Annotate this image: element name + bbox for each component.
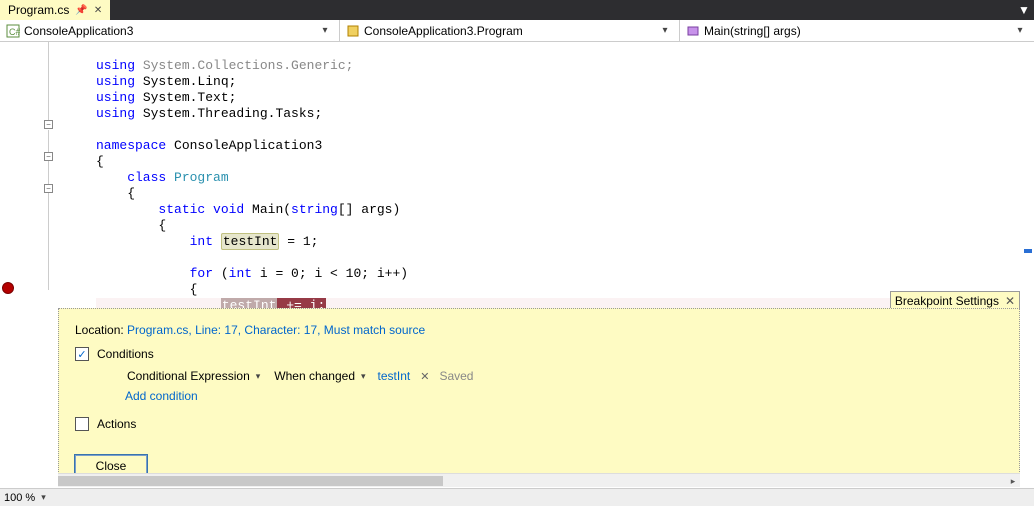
close-button-label: Close <box>96 459 127 473</box>
class-dropdown[interactable]: ConsoleApplication3.Program ▾ <box>340 20 680 41</box>
project-name: ConsoleApplication3 <box>24 24 133 38</box>
code-token: int <box>96 234 213 249</box>
conditions-checkbox[interactable]: ✓ <box>75 347 89 361</box>
code-token: { <box>96 282 197 297</box>
chevron-down-icon[interactable]: ▾ <box>41 492 46 503</box>
chevron-down-icon: ▼ <box>1018 3 1030 17</box>
condition-mode-dropdown[interactable]: When changed ▾ <box>272 369 367 383</box>
highlight-reference: testInt <box>221 233 280 250</box>
chevron-down-icon: ▾ <box>361 371 366 382</box>
code-token: { <box>96 218 166 233</box>
code-token: string <box>291 202 338 217</box>
location-label: Location: <box>75 323 127 337</box>
code-token: using <box>96 74 135 89</box>
actions-row: Actions <box>75 417 1003 431</box>
code-editor[interactable]: − − − using System.Collections.Generic; … <box>0 42 1034 292</box>
chevron-down-icon: ▾ <box>1012 25 1028 36</box>
code-token: int <box>229 266 252 281</box>
editor-gutter <box>0 42 38 292</box>
zoom-level[interactable]: 100 % <box>4 492 35 504</box>
code-token <box>213 234 221 249</box>
panel-title: Breakpoint Settings <box>895 294 999 308</box>
scrollbar-thumb[interactable] <box>58 476 443 486</box>
code-token: System.Text; <box>135 90 236 105</box>
breakpoint-settings-panel: Location: Program.cs, Line: 17, Characte… <box>58 308 1020 478</box>
tab-label: Program.cs <box>8 3 69 17</box>
document-tab-bar: Program.cs 📌 ✕ ▼ <box>0 0 1034 20</box>
actions-checkbox[interactable] <box>75 417 89 431</box>
code-token: System.Threading.Tasks; <box>135 106 322 121</box>
breakpoint-glyph[interactable] <box>2 282 14 294</box>
tab-overflow-button[interactable]: ▼ <box>1014 0 1034 20</box>
code-token: ConsoleApplication3 <box>166 138 322 153</box>
fold-line <box>48 42 49 120</box>
close-icon[interactable]: ✕ <box>1005 294 1015 308</box>
scroll-right-icon[interactable]: ▸ <box>1006 474 1020 488</box>
condition-type-value: Conditional Expression <box>127 369 250 383</box>
code-token: for <box>96 266 213 281</box>
code-token: using <box>96 106 135 121</box>
overview-marker <box>1024 249 1032 253</box>
location-link[interactable]: Program.cs, Line: 17, Character: 17, Mus… <box>127 323 425 337</box>
location-row: Location: Program.cs, Line: 17, Characte… <box>75 323 1003 337</box>
condition-type-dropdown[interactable]: Conditional Expression ▾ <box>125 369 262 383</box>
code-token: using <box>96 90 135 105</box>
code-token: System.Linq; <box>135 74 236 89</box>
method-name: Main(string[] args) <box>704 24 801 38</box>
condition-expression[interactable]: testInt <box>378 369 411 383</box>
method-icon <box>686 24 700 38</box>
saved-indicator: Saved <box>439 369 473 383</box>
code-token: i = 0; i < 10; i++) <box>252 266 408 281</box>
condition-mode-value: When changed <box>274 369 355 383</box>
code-token: [] args) <box>338 202 400 217</box>
chevron-down-icon: ▾ <box>657 25 673 36</box>
document-tab-program-cs[interactable]: Program.cs 📌 ✕ <box>0 0 110 20</box>
code-area[interactable]: using System.Collections.Generic; using … <box>38 42 1010 292</box>
chevron-down-icon: ▾ <box>256 371 261 382</box>
member-dropdown[interactable]: Main(string[] args) ▾ <box>680 20 1034 41</box>
code-token: { <box>96 186 135 201</box>
csharp-project-icon: C# <box>6 24 20 38</box>
code-token: void <box>205 202 244 217</box>
fold-toggle[interactable]: − <box>44 120 53 129</box>
add-condition-link[interactable]: Add condition <box>125 389 1003 403</box>
code-token: Main( <box>244 202 291 217</box>
fold-toggle[interactable]: − <box>44 184 53 193</box>
code-token: { <box>96 154 104 169</box>
remove-condition-button[interactable]: ✕ <box>420 370 429 383</box>
code-token: static <box>96 202 205 217</box>
conditions-label: Conditions <box>97 347 154 361</box>
code-token: System.Collections.Generic; <box>135 58 353 73</box>
pin-icon[interactable]: 📌 <box>75 5 87 16</box>
code-token: using <box>96 58 135 73</box>
code-token: namespace <box>96 138 166 153</box>
project-dropdown[interactable]: C# ConsoleApplication3 ▾ <box>0 20 340 41</box>
code-token: = 1; <box>279 234 318 249</box>
condition-entry: Conditional Expression ▾ When changed ▾ … <box>125 369 1003 383</box>
horizontal-scrollbar[interactable]: ◂ ▸ <box>58 473 1020 487</box>
class-icon <box>346 24 360 38</box>
navigation-bar: C# ConsoleApplication3 ▾ ConsoleApplicat… <box>0 20 1034 42</box>
actions-label: Actions <box>97 417 136 431</box>
editor-footer: 100 % ▾ <box>0 488 1034 506</box>
fold-toggle[interactable]: − <box>44 152 53 161</box>
code-token: Program <box>166 170 228 185</box>
code-token: class <box>96 170 166 185</box>
chevron-down-icon: ▾ <box>317 25 333 36</box>
svg-text:C#: C# <box>9 27 20 37</box>
class-name: ConsoleApplication3.Program <box>364 24 523 38</box>
code-token: ( <box>213 266 229 281</box>
close-icon[interactable]: ✕ <box>94 5 102 16</box>
conditions-row: ✓ Conditions <box>75 347 1003 361</box>
